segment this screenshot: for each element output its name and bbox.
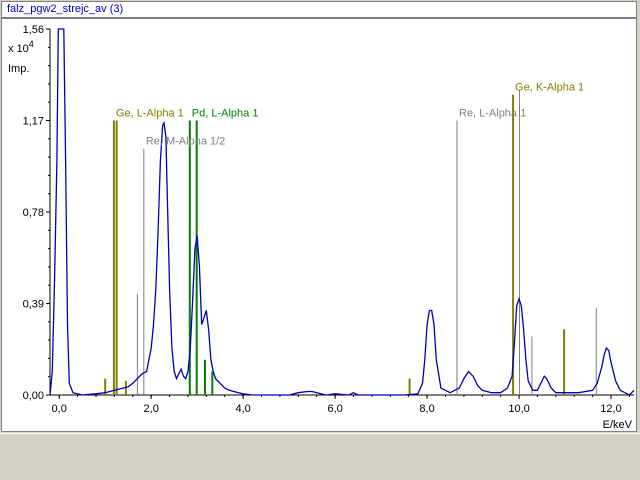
y-multiplier-label: x 104 (8, 39, 34, 55)
window-title-bar[interactable]: falz_pgw2_strejc_av (3) (1, 1, 637, 18)
y-tick-label: 0,78 (23, 207, 44, 219)
annotation-label: Ge, L-Alpha 1 (116, 108, 184, 120)
x-tick-label: 0,0 (52, 403, 67, 415)
y-tick-label: 1,17 (23, 116, 44, 128)
spectrum-window: falz_pgw2_strejc_av (3) 0,00 0,39 0,78 1,17… (0, 0, 640, 480)
y-axis-label: Imp. (8, 63, 29, 75)
annotation-label: Ge, K-Alpha 1 (515, 82, 584, 94)
x-tick-label: 6,0 (327, 403, 342, 415)
x-tick-label: 8,0 (419, 403, 434, 415)
status-bar (0, 433, 640, 480)
y-tick-label: 0,39 (23, 299, 44, 311)
plot-frame[interactable]: 0,00 0,39 0,78 1,17 1,56 0,0 2,0 4,0 6,0 8,0 10,0 1… (1, 18, 637, 432)
window-title: falz_pgw2_strejc_av (3) (7, 3, 124, 15)
y-multiplier-base: x 10 (8, 43, 29, 55)
x-tick-label: 12,0 (600, 403, 621, 415)
spectrum-chart[interactable]: 0,00 0,39 0,78 1,17 1,56 0,0 2,0 4,0 6,0 8,0 10,0 1… (2, 19, 636, 431)
annotation-label: Re, M-Alpha 1/2 (146, 136, 225, 148)
y-tick-label: 0,00 (23, 390, 44, 402)
x-tick-label: 4,0 (235, 403, 250, 415)
y-multiplier-exponent: 4 (29, 39, 34, 49)
y-tick-label: 1,56 (23, 24, 44, 36)
x-axis-label: E/keV (603, 419, 633, 431)
x-tick-label: 2,0 (144, 403, 159, 415)
axis-labels: x 104 Imp. E/keV (8, 39, 633, 431)
annotation-label: Re, L-Alpha 1 (459, 108, 526, 120)
annotation-label: Pd, L-Alpha 1 (192, 108, 259, 120)
x-tick-label: 10,0 (508, 403, 529, 415)
